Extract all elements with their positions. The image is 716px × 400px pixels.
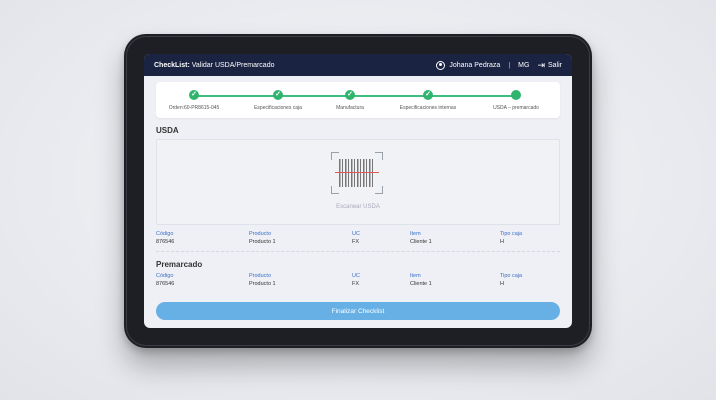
- value-producto: Producto 1: [249, 239, 276, 245]
- usda-title: USDA: [156, 126, 179, 135]
- value-item: Cliente 1: [410, 239, 432, 245]
- tablet-frame: CheckList: Validar USDA/Premarcado Johan…: [124, 34, 592, 348]
- label-codigo: Código: [156, 231, 174, 237]
- user-icon: [436, 60, 446, 70]
- value-tipo-caja: H: [500, 281, 504, 287]
- check-icon: ✓: [189, 90, 199, 100]
- step-label: Orden:60-PR8615-045: [168, 105, 220, 111]
- check-icon: ✓: [423, 90, 433, 100]
- label-producto: Producto: [249, 273, 272, 279]
- value-uc: FX: [352, 281, 360, 287]
- logout-label: Salir: [547, 61, 562, 69]
- usda-details: Código Producto UC Item Tipo caja 876546…: [156, 225, 560, 245]
- value-codigo: 876546: [156, 281, 175, 287]
- step-manufactura[interactable]: ✓ Manufactura: [305, 90, 395, 111]
- divider: [156, 251, 560, 252]
- step-especificaciones-internas[interactable]: ✓ Especificaciones internas: [383, 90, 473, 111]
- value-item: Cliente 1: [410, 281, 432, 287]
- value-producto: Producto 1: [249, 281, 276, 287]
- current-step-dot: [511, 90, 521, 100]
- app-screen: CheckList: Validar USDA/Premarcado Johan…: [144, 54, 572, 328]
- step-label: Manufactura: [336, 105, 364, 111]
- step-label: Especificaciones internas: [399, 105, 457, 111]
- scan-label: Escanear USDA: [336, 204, 380, 210]
- label-tipo-caja: Tipo caja: [500, 231, 523, 237]
- user-name: Johana Pedraza: [449, 61, 501, 69]
- usda-scan-area[interactable]: Escanear USDA: [156, 139, 560, 225]
- value-codigo: 876546: [156, 239, 175, 245]
- value-tipo-caja: H: [500, 239, 504, 245]
- barcode-scan-icon: [331, 152, 383, 194]
- label-uc: UC: [352, 231, 360, 237]
- step-label: USDA – premarcado: [493, 105, 539, 111]
- user-initials: MG: [518, 61, 530, 69]
- value-uc: FX: [352, 239, 360, 245]
- check-icon: ✓: [273, 90, 283, 100]
- label-item: Item: [410, 231, 421, 237]
- label-item: Item: [410, 273, 421, 279]
- check-icon: ✓: [345, 90, 355, 100]
- premarcado-details: Código Producto UC Item Tipo caja 876546…: [156, 273, 560, 287]
- step-usda-premarcado[interactable]: USDA – premarcado: [471, 90, 561, 111]
- step-orden[interactable]: ✓ Orden:60-PR8615-045: [149, 90, 239, 111]
- logout-icon: ⇥: [537, 59, 545, 70]
- divider: |: [508, 61, 511, 69]
- label-tipo-caja: Tipo caja: [500, 273, 523, 279]
- progress-stepper: ✓ Orden:60-PR8615-045 ✓ Especificaciones…: [156, 82, 560, 118]
- page-title: CheckList: Validar USDA/Premarcado: [154, 61, 275, 69]
- premarcado-title: Premarcado: [156, 260, 203, 269]
- label-producto: Producto: [249, 231, 272, 237]
- label-uc: UC: [352, 273, 360, 279]
- top-bar: CheckList: Validar USDA/Premarcado Johan…: [144, 54, 572, 76]
- logout-button[interactable]: ⇥ Salir: [537, 59, 562, 70]
- label-codigo: Código: [156, 273, 174, 279]
- finish-checklist-button[interactable]: Finalizar Checklist: [156, 302, 560, 320]
- user-menu[interactable]: Johana Pedraza: [436, 60, 501, 70]
